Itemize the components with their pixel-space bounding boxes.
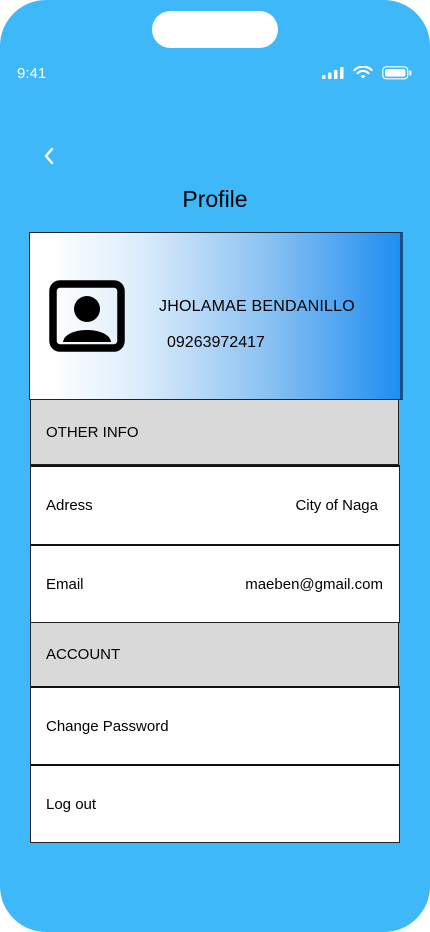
log-out-button[interactable]: Log out (30, 764, 400, 843)
status-icons (322, 66, 412, 80)
dynamic-island (152, 11, 278, 48)
email-row: Email maeben@gmail.com (30, 544, 400, 623)
section-header-account: ACCOUNT (30, 622, 399, 687)
email-label: Email (46, 575, 84, 593)
user-avatar-icon (49, 280, 125, 352)
back-button[interactable] (36, 143, 62, 169)
user-name: JHOLAMAE BENDANILLO (159, 298, 355, 315)
address-value: City of Naga (295, 497, 378, 514)
back-chevron-icon (44, 147, 54, 165)
status-time: 9:41 (17, 65, 47, 82)
address-row: Adress City of Naga (30, 465, 400, 545)
phone-frame: 9:41 Profile JHOLAMAE BENDANILLO 0926397… (0, 0, 430, 932)
battery-icon (382, 66, 412, 80)
cellular-signal-icon (322, 67, 344, 79)
wifi-icon (353, 66, 373, 79)
page-title: Profile (182, 186, 248, 212)
email-value: maeben@gmail.com (245, 575, 383, 593)
change-password-button[interactable]: Change Password (30, 686, 400, 766)
log-out-label: Log out (46, 795, 97, 813)
user-phone: 09263972417 (167, 334, 265, 351)
profile-card: JHOLAMAE BENDANILLO 09263972417 (29, 232, 403, 400)
address-label: Adress (46, 497, 93, 514)
change-password-label: Change Password (46, 718, 169, 735)
section-header-other-info: OTHER INFO (30, 399, 399, 465)
